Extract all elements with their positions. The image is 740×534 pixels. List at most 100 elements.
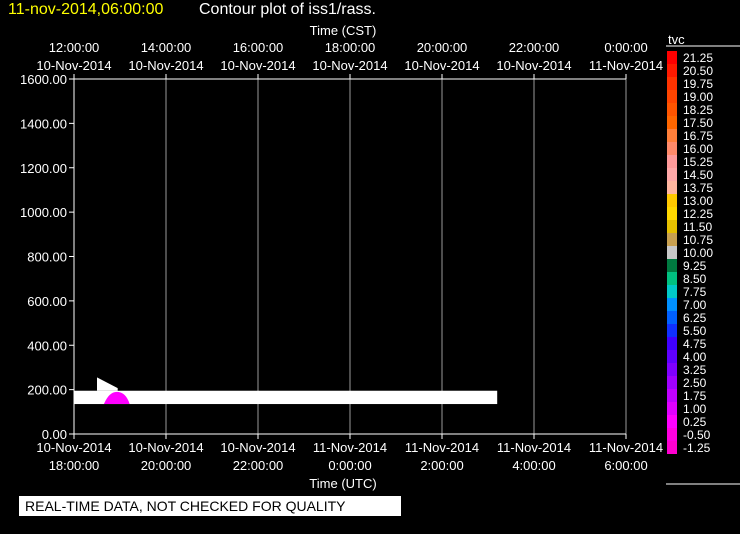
colorbar-swatch <box>667 324 677 337</box>
colorbar-label: 16.75 <box>683 129 713 143</box>
top-tick-time: 0:00:00 <box>604 40 647 55</box>
colorbar-swatch <box>667 311 677 324</box>
colorbar-swatch <box>667 337 677 350</box>
bottom-tick-time: 0:00:00 <box>328 458 371 473</box>
colorbar-swatch <box>667 220 677 233</box>
colorbar-swatch <box>667 90 677 103</box>
colorbar-label: -0.50 <box>683 428 711 442</box>
bottom-tick-time: 18:00:00 <box>49 458 100 473</box>
colorbar-label: 19.75 <box>683 77 713 91</box>
bottom-tick-date: 11-Nov-2014 <box>313 440 387 455</box>
colorbar-label: 16.00 <box>683 142 713 156</box>
top-tick-time: 22:00:00 <box>509 40 560 55</box>
top-tick-date: 10-Nov-2014 <box>404 58 479 73</box>
colorbar-label: 9.25 <box>683 259 707 273</box>
colorbar-label: 13.75 <box>683 181 713 195</box>
bottom-tick-date: 11-Nov-2014 <box>589 440 663 455</box>
colorbar-swatch <box>667 129 677 142</box>
colorbar-swatch <box>667 350 677 363</box>
y-tick-label: 800.00 <box>27 250 67 265</box>
colorbar-label: -1.25 <box>683 441 711 455</box>
bottom-tick-time: 20:00:00 <box>141 458 192 473</box>
colorbar-swatch <box>667 298 677 311</box>
colorbar-swatch <box>667 103 677 116</box>
colorbar-swatch <box>667 168 677 181</box>
colorbar-swatch <box>667 259 677 272</box>
colorbar-label: 1.75 <box>683 389 707 403</box>
colorbar-title: tvc <box>668 32 685 47</box>
top-tick-time: 18:00:00 <box>325 40 376 55</box>
colorbar-label: 8.50 <box>683 272 707 286</box>
top-tick-time: 16:00:00 <box>233 40 284 55</box>
colorbar-label: 19.00 <box>683 90 713 104</box>
colorbar-label: 13.00 <box>683 194 713 208</box>
colorbar-label: 4.75 <box>683 337 707 351</box>
colorbar-swatch <box>667 77 677 90</box>
colorbar-swatch <box>667 415 677 428</box>
y-tick-label: 1200.00 <box>20 161 67 176</box>
colorbar-swatch <box>667 246 677 259</box>
colorbar-swatch <box>667 402 677 415</box>
colorbar-label: 2.50 <box>683 376 707 390</box>
top-tick-date: 10-Nov-2014 <box>496 58 571 73</box>
bottom-tick-time: 2:00:00 <box>420 458 463 473</box>
y-tick-label: 1400.00 <box>20 116 67 131</box>
colorbar-swatch <box>667 272 677 285</box>
y-tick-label: 1600.00 <box>20 72 67 87</box>
top-tick-time: 14:00:00 <box>141 40 192 55</box>
colorbar-swatch <box>667 64 677 77</box>
quality-notice: REAL-TIME DATA, NOT CHECKED FOR QUALITY <box>25 498 346 514</box>
colorbar-swatch <box>667 194 677 207</box>
bottom-tick-date: 10-Nov-2014 <box>220 440 295 455</box>
top-tick-time: 20:00:00 <box>417 40 468 55</box>
colorbar-label: 10.00 <box>683 246 713 260</box>
bottom-tick-date: 11-Nov-2014 <box>497 440 571 455</box>
top-tick-date: 10-Nov-2014 <box>312 58 387 73</box>
colorbar-swatch <box>667 376 677 389</box>
colorbar-swatch <box>667 155 677 168</box>
colorbar-label: 10.75 <box>683 233 713 247</box>
top-tick-date: 10-Nov-2014 <box>220 58 295 73</box>
colorbar-swatch <box>667 181 677 194</box>
colorbar-swatch <box>667 441 677 454</box>
colorbar-swatch <box>667 207 677 220</box>
colorbar-label: 6.25 <box>683 311 707 325</box>
colorbar-label: 20.50 <box>683 64 713 78</box>
colorbar-label: 17.50 <box>683 116 713 130</box>
colorbar-label: 4.00 <box>683 350 707 364</box>
bottom-tick-time: 22:00:00 <box>233 458 284 473</box>
y-tick-label: 600.00 <box>27 294 67 309</box>
colorbar-label: 0.25 <box>683 415 707 429</box>
top-axis-label: Time (CST) <box>310 23 377 38</box>
contour-chart: Time (CST) Time (UTC) 0.00200.00400.0060… <box>19 23 740 516</box>
colorbar-label: 18.25 <box>683 103 713 117</box>
top-tick-date: 10-Nov-2014 <box>36 58 111 73</box>
colorbar-label: 3.25 <box>683 363 707 377</box>
bottom-tick-time: 4:00:00 <box>512 458 555 473</box>
colorbar-label: 11.50 <box>683 220 712 234</box>
colorbar-label: 7.75 <box>683 285 707 299</box>
colorbar-label: 5.50 <box>683 324 707 338</box>
colorbar-label: 12.25 <box>683 207 713 221</box>
bottom-tick-time: 6:00:00 <box>604 458 647 473</box>
data-band <box>74 390 498 405</box>
top-tick-date: 11-Nov-2014 <box>589 58 663 73</box>
colorbar-swatch <box>667 51 677 64</box>
colorbar-swatch <box>667 142 677 155</box>
colorbar-label: 15.25 <box>683 155 713 169</box>
colorbar-swatch <box>667 428 677 441</box>
colorbar-swatch <box>667 285 677 298</box>
colorbar-swatch <box>667 363 677 376</box>
colorbar-swatch <box>667 389 677 402</box>
data-pointer <box>97 377 118 391</box>
colorbar-label: 14.50 <box>683 168 713 182</box>
bottom-axis-label: Time (UTC) <box>309 476 376 491</box>
top-tick-time: 12:00:00 <box>49 40 100 55</box>
colorbar-swatch <box>667 233 677 246</box>
colorbar-label: 7.00 <box>683 298 707 312</box>
top-tick-date: 10-Nov-2014 <box>128 58 203 73</box>
colorbar-swatch <box>667 116 677 129</box>
bottom-tick-date: 10-Nov-2014 <box>128 440 203 455</box>
colorbar-label: 1.00 <box>683 402 707 416</box>
bottom-tick-date: 11-Nov-2014 <box>405 440 479 455</box>
